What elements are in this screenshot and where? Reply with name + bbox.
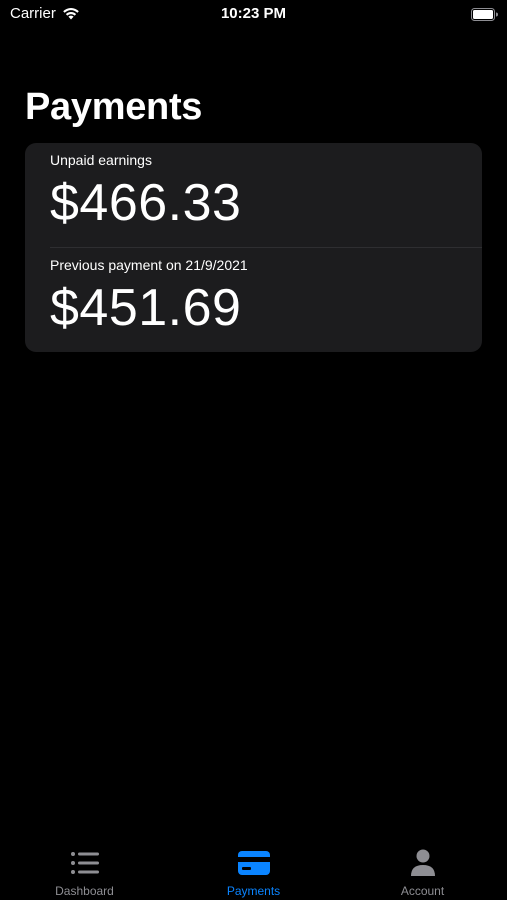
- list-icon: [70, 852, 99, 874]
- tab-dashboard[interactable]: Dashboard: [0, 836, 169, 900]
- tab-account-label: Account: [400, 884, 445, 898]
- unpaid-earnings-amount: $466.33: [50, 174, 242, 232]
- payments-card: Unpaid earnings $466.33 Previous payment…: [25, 143, 482, 352]
- battery-icon: [471, 8, 498, 21]
- unpaid-earnings-label: Unpaid earnings: [50, 152, 152, 168]
- status-bar: Carrier 10:23 PM: [0, 0, 507, 30]
- tab-account[interactable]: Account: [338, 836, 507, 900]
- previous-payment-label: Previous payment on 21/9/2021: [50, 257, 248, 273]
- tab-payments-label: Payments: [226, 884, 281, 898]
- page-title: Payments: [25, 86, 203, 128]
- credit-card-icon: [237, 851, 270, 875]
- person-icon: [410, 849, 435, 876]
- tab-bar: Dashboard Payments Account: [0, 836, 507, 900]
- previous-payment-row: Previous payment on 21/9/2021 $451.69: [25, 248, 482, 352]
- clock: 10:23 PM: [220, 5, 287, 22]
- payments-screen: Carrier 10:23 PM Payments Unpaid earning…: [0, 0, 507, 900]
- unpaid-earnings-row: Unpaid earnings $466.33: [25, 143, 482, 247]
- tab-dashboard-label: Dashboard: [55, 884, 114, 898]
- tab-payments[interactable]: Payments: [169, 836, 338, 900]
- previous-payment-amount: $451.69: [50, 279, 242, 337]
